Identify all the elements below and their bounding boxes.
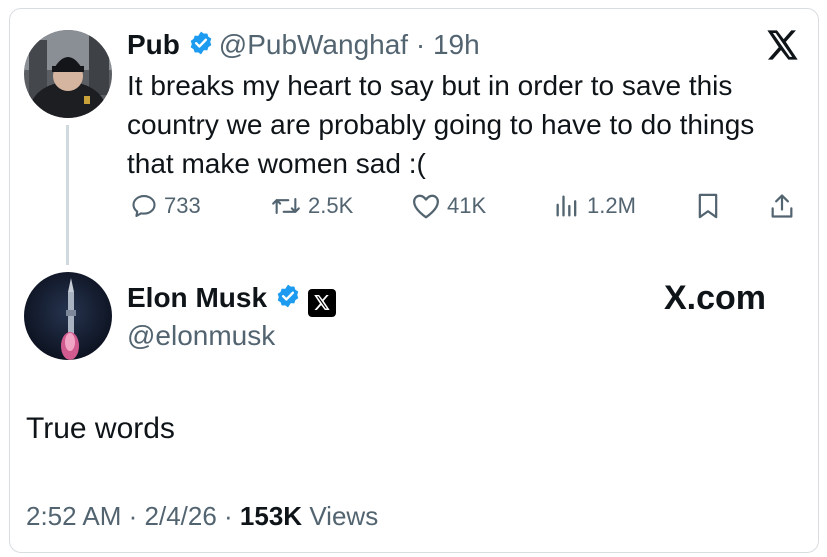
avatar-pub[interactable] [24,30,112,118]
views-button[interactable]: 1.2M [553,192,636,220]
separator-dot: · [121,501,145,531]
main-tweet-text: True words [26,412,175,445]
reply-tweet-text: It breaks my heart to say but in order t… [127,70,755,179]
reply-count: 733 [164,193,201,218]
reply-time[interactable]: 19h [433,29,480,60]
verified-badge-icon [188,30,214,69]
x-logo-icon[interactable] [767,30,799,65]
repost-icon [272,197,300,215]
like-icon [413,194,439,219]
like-button[interactable]: 41K [411,192,486,220]
x-com-watermark: X.com [664,279,767,317]
separator-dot: · [216,501,240,531]
reply-author-handle[interactable]: @PubWanghaf [219,29,408,60]
tweet-time[interactable]: 2:52 AM [26,501,121,531]
views-count: 153K [239,501,303,531]
x-affiliation-badge-icon [307,288,336,317]
views-label: Views [309,501,379,531]
main-author-name[interactable]: Elon Musk [127,282,267,313]
bookmark-icon[interactable] [695,192,727,220]
repost-button[interactable]: 2.5K [270,192,353,220]
share-icon[interactable] [769,192,801,220]
like-count: 41K [447,193,487,218]
avatar-elonmusk[interactable] [24,272,112,360]
separator-dot: · [408,29,433,60]
views-count: 1.2M [587,193,636,218]
reply-button[interactable]: 733 [130,192,201,220]
views-icon [556,195,577,217]
reply-author-name[interactable]: Pub [127,29,180,60]
repost-count: 2.5K [308,193,354,218]
reply-icon [132,195,156,217]
verified-badge-icon [275,283,301,323]
main-author-handle[interactable]: @elonmusk [127,318,275,354]
thread-line [66,125,69,265]
tweet-date[interactable]: 2/4/26 [145,501,217,531]
